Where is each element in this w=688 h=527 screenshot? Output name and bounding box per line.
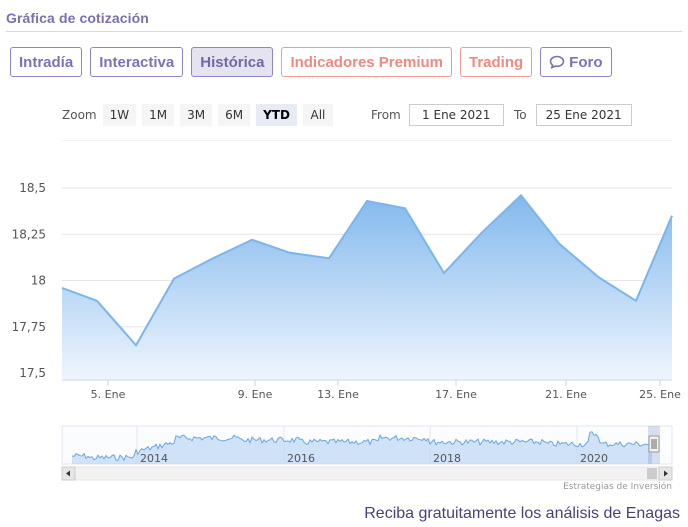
date-range-from: From 1 Ene 2021 bbox=[371, 104, 504, 126]
x-tick-label: 5. Ene bbox=[91, 388, 126, 401]
x-tick-label: 17. Ene bbox=[435, 388, 477, 401]
scrollbar-thumb[interactable] bbox=[647, 468, 657, 479]
zoom-button-3m[interactable]: 3M bbox=[180, 104, 213, 126]
zoom-button-1w[interactable]: 1W bbox=[102, 104, 137, 126]
from-label: From bbox=[371, 108, 401, 122]
zoom-button-1m[interactable]: 1M bbox=[142, 104, 175, 126]
date-range-to: To 25 Ene 2021 bbox=[514, 104, 632, 126]
navigator-year-label: 2014 bbox=[140, 452, 168, 465]
zoom-button-6m[interactable]: 6M bbox=[218, 104, 251, 126]
y-tick-label: 17,75 bbox=[12, 320, 46, 334]
chart-credit[interactable]: Estrategias de Inversión bbox=[563, 482, 672, 492]
tab-label: Interactiva bbox=[99, 53, 175, 71]
series-area bbox=[62, 195, 672, 380]
tab-label: Trading bbox=[469, 53, 524, 71]
y-tick-label: 18,5 bbox=[19, 181, 46, 195]
tab-label: Histórica bbox=[200, 53, 265, 71]
x-tick-label: 25. Ene bbox=[639, 388, 681, 401]
tab-trading[interactable]: Trading bbox=[460, 47, 533, 77]
page-title: Gráfica de cotización bbox=[6, 10, 149, 26]
y-tick-label: 18 bbox=[31, 274, 46, 288]
tab-label: Indicadores Premium bbox=[290, 53, 443, 71]
navigator-year-label: 2020 bbox=[580, 452, 608, 465]
to-label: To bbox=[514, 108, 527, 122]
navigator-year-label: 2018 bbox=[433, 452, 461, 465]
navigator-scrollbar-track[interactable] bbox=[61, 466, 673, 481]
navigator-year-label: 2016 bbox=[287, 452, 315, 465]
zoom-selector: Zoom 1W 1M 3M 6M YTD All bbox=[62, 104, 339, 126]
tab-indicadores-premium[interactable]: Indicadores Premium bbox=[281, 47, 452, 77]
chart-tabs: Intradía Interactiva Histórica Indicador… bbox=[10, 47, 612, 77]
chat-bubble-icon bbox=[549, 55, 565, 69]
y-tick-label: 18,25 bbox=[12, 227, 46, 241]
navigator-handle[interactable] bbox=[648, 435, 660, 453]
zoom-button-all[interactable]: All bbox=[302, 104, 333, 126]
y-tick-label: 17,5 bbox=[19, 366, 46, 380]
x-tick-label: 13. Ene bbox=[317, 388, 359, 401]
chart-navigator[interactable]: 2014 2016 2018 2020 bbox=[0, 420, 688, 484]
x-tick-label: 9. Ene bbox=[238, 388, 273, 401]
tab-intradia[interactable]: Intradía bbox=[10, 47, 83, 77]
title-divider bbox=[6, 31, 682, 32]
from-date-input[interactable]: 1 Ene 2021 bbox=[408, 104, 504, 126]
tab-foro[interactable]: Foro bbox=[540, 47, 612, 77]
to-date-input[interactable]: 25 Ene 2021 bbox=[535, 104, 632, 126]
tab-label: Intradía bbox=[19, 53, 74, 71]
tab-interactiva[interactable]: Interactiva bbox=[90, 47, 184, 77]
tab-label: Foro bbox=[569, 53, 603, 71]
zoom-label: Zoom bbox=[62, 108, 97, 122]
enagas-analysis-link[interactable]: Reciba gratuitamente los análisis de Ena… bbox=[364, 505, 680, 523]
price-chart[interactable]: 17,5 17,75 18 18,25 18,5 5. Ene 9. Ene 13. Ene 1… bbox=[0, 140, 688, 410]
tab-historica[interactable]: Histórica bbox=[191, 47, 274, 77]
zoom-button-ytd[interactable]: YTD bbox=[256, 104, 297, 126]
x-tick-label: 21. Ene bbox=[545, 388, 587, 401]
